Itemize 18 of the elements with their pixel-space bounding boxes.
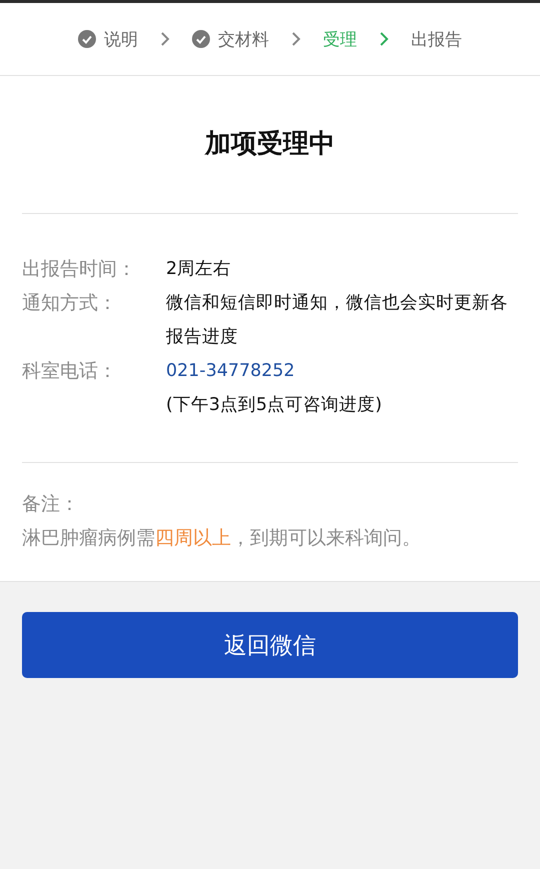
note-label: 备注：	[22, 492, 80, 517]
phone-link[interactable]: 021-34778252	[166, 361, 295, 381]
note-text: 淋巴肿瘤病例需四周以上，到期可以来科询问。	[22, 526, 422, 551]
step-label: 交材料	[218, 28, 269, 50]
chevron-icon	[291, 32, 301, 46]
step-label: 受理	[323, 28, 357, 50]
field-label: 科室电话：	[22, 359, 118, 384]
chevron-icon	[379, 32, 389, 46]
back-button[interactable]: 返回微信	[22, 612, 518, 678]
field-value: 2周左右	[166, 258, 232, 281]
step-label: 说明	[104, 28, 138, 50]
page-title: 加项受理中	[22, 76, 518, 214]
field-label: 出报告时间：	[22, 257, 137, 282]
chevron-icon	[160, 32, 170, 46]
field-value: (下午3点到5点可咨询进度)	[166, 394, 383, 417]
step-label: 出报告	[411, 28, 462, 50]
field-label: 通知方式：	[22, 291, 118, 316]
field-value: 微信和短信即时通知，微信也会实时更新各报告进度	[166, 292, 509, 349]
